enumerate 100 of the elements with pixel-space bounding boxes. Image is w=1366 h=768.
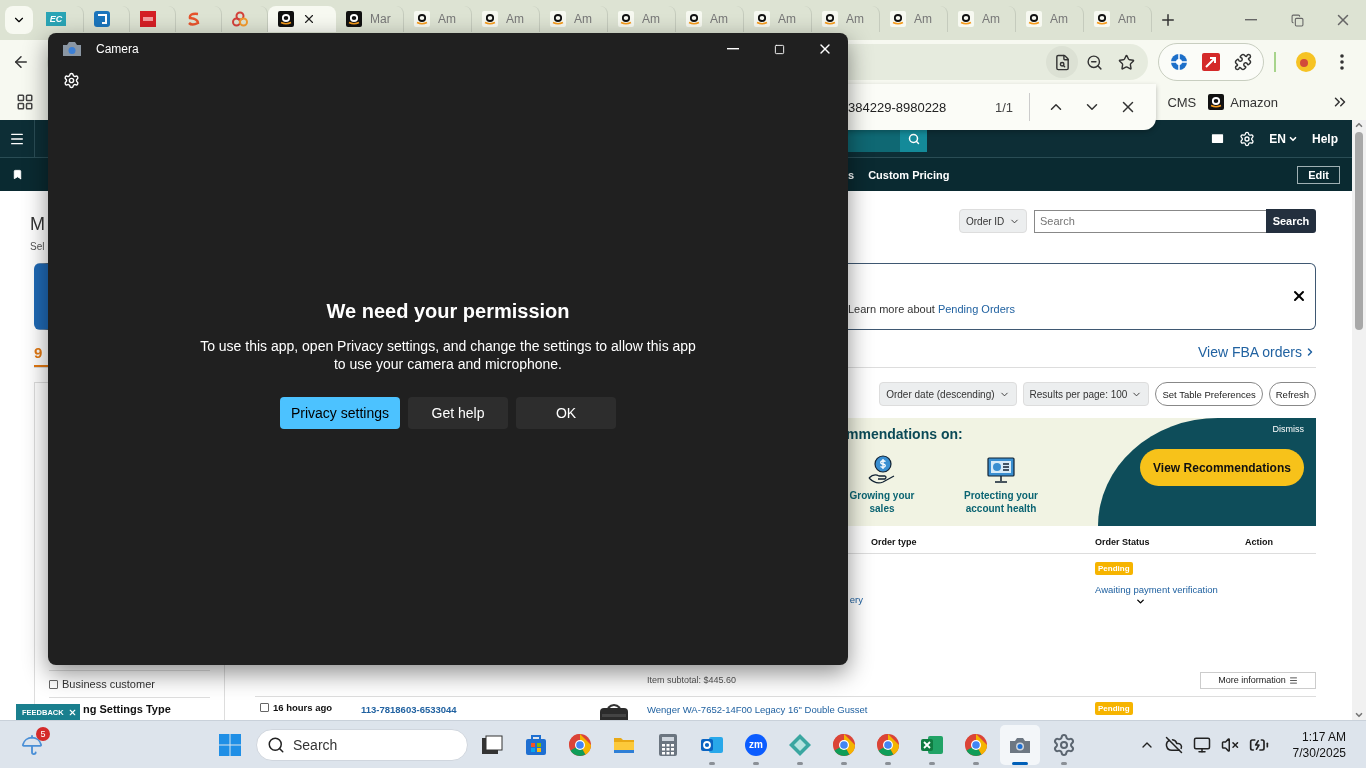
settings-icon[interactable] bbox=[1239, 130, 1256, 147]
search-type-select[interactable]: Order ID bbox=[959, 209, 1027, 233]
taskbar-app[interactable]: zm bbox=[736, 724, 776, 765]
amazon-icon bbox=[278, 11, 294, 27]
tab-title: Am bbox=[914, 12, 932, 26]
close-button[interactable] bbox=[1291, 288, 1307, 304]
browser-tab[interactable]: Am bbox=[608, 6, 676, 32]
sort-select[interactable]: Order date (descending) bbox=[879, 382, 1017, 406]
status-badge: Pending bbox=[1095, 702, 1133, 715]
dialog-button[interactable]: Privacy settings bbox=[280, 397, 400, 429]
amazon-icon bbox=[1208, 94, 1225, 110]
product-link[interactable]: Wenger WA-7652-14F00 Legacy 16" Double Gusset bbox=[647, 702, 868, 717]
search-button[interactable]: Search bbox=[1266, 209, 1316, 233]
mail-icon[interactable] bbox=[1210, 131, 1226, 146]
logo-icon: EC bbox=[46, 12, 66, 26]
amazon-icon bbox=[482, 11, 498, 27]
dismiss-link[interactable]: Dismiss bbox=[1272, 424, 1304, 434]
column-header: Action bbox=[1245, 536, 1274, 547]
view-recommendations-button[interactable]: View Recommendations bbox=[1140, 449, 1304, 486]
plus-icon bbox=[1159, 11, 1177, 29]
scrollbar[interactable] bbox=[1352, 120, 1366, 720]
logo-icon bbox=[140, 11, 156, 27]
scroll-thumb[interactable] bbox=[1355, 132, 1363, 330]
status-detail-link[interactable]: Awaiting payment verification bbox=[1095, 584, 1218, 595]
language-menu[interactable]: EN bbox=[1269, 131, 1298, 146]
amazon-icon bbox=[754, 11, 770, 27]
monitor-chart-icon bbox=[985, 454, 1017, 486]
find-field[interactable]: 384229-8980228 bbox=[848, 99, 947, 115]
tab-title: Am bbox=[438, 12, 456, 26]
muted-speaker-icon[interactable] bbox=[1220, 735, 1239, 754]
clock[interactable]: 1:17 AM 7/30/2025 bbox=[1292, 728, 1346, 761]
puzzle-icon[interactable] bbox=[1234, 53, 1252, 71]
banner-text: Learn more about Pending Orders bbox=[848, 303, 1015, 315]
browser-tab[interactable]: Am bbox=[948, 6, 1016, 32]
window-title: Camera bbox=[96, 42, 139, 56]
help-link[interactable]: Help bbox=[1312, 131, 1338, 146]
order-age: 16 hours ago bbox=[273, 702, 333, 713]
browser-tab[interactable]: Am bbox=[540, 6, 608, 32]
tab-title: Am bbox=[642, 12, 660, 26]
amazon-icon bbox=[1094, 11, 1110, 27]
dialog-button[interactable]: Get help bbox=[408, 397, 508, 429]
page-size-select[interactable]: Results per page: 100 bbox=[1022, 382, 1150, 406]
table-button[interactable]: Set Table Preferences bbox=[1155, 382, 1263, 406]
close-icon[interactable] bbox=[302, 12, 316, 26]
order-id-link[interactable]: 113-7818603-6533044 bbox=[361, 702, 457, 717]
restore-icon bbox=[1290, 13, 1304, 27]
apps-icon[interactable] bbox=[16, 93, 34, 111]
taskbar-app[interactable] bbox=[1000, 724, 1040, 765]
cloud-off-icon[interactable] bbox=[1164, 735, 1183, 754]
page-subtitle: Sel bbox=[30, 241, 45, 252]
bookmark[interactable]: Amazon bbox=[1202, 90, 1284, 114]
rings-icon bbox=[232, 11, 248, 27]
amazon-icon bbox=[822, 11, 838, 27]
edit-button[interactable]: Edit bbox=[1297, 165, 1340, 184]
task-view-icon bbox=[481, 733, 503, 756]
tab-title: Am bbox=[574, 12, 592, 26]
more-information-button[interactable]: More information bbox=[1200, 671, 1316, 689]
bookmark-icon[interactable] bbox=[12, 169, 23, 180]
browser-tab[interactable] bbox=[268, 6, 336, 32]
nav-link[interactable]: Custom Pricing bbox=[868, 168, 950, 181]
table-button[interactable]: Refresh bbox=[1268, 382, 1316, 406]
video-app-icon bbox=[744, 732, 768, 757]
time: 1:17 AM bbox=[1301, 728, 1346, 745]
amazon-icon bbox=[550, 11, 566, 27]
taskbar-search[interactable]: Search bbox=[256, 728, 468, 761]
amazon-icon bbox=[958, 11, 974, 27]
browser-tab[interactable]: Am bbox=[472, 6, 540, 32]
browser-tab[interactable]: Am bbox=[880, 6, 948, 32]
document-search-icon bbox=[1053, 53, 1071, 71]
filter-label: Business customer bbox=[62, 678, 155, 690]
checkbox[interactable] bbox=[260, 703, 269, 712]
delivery-link[interactable]: ery bbox=[849, 592, 863, 607]
page-search-button[interactable] bbox=[1046, 46, 1078, 78]
checkbox[interactable] bbox=[49, 679, 58, 689]
tab-title: Mar bbox=[370, 12, 391, 26]
extension-icon[interactable] bbox=[1202, 53, 1220, 71]
minimize-icon bbox=[1245, 19, 1257, 21]
pending-orders-link[interactable]: Pending Orders bbox=[937, 303, 1015, 315]
browser-tab[interactable]: Am bbox=[744, 6, 812, 32]
browser-tab[interactable]: Am bbox=[812, 6, 880, 32]
nav-link[interactable]: s bbox=[848, 168, 855, 181]
bookmark[interactable]: CMS bbox=[1161, 90, 1203, 114]
dialog-button[interactable]: OK bbox=[516, 397, 616, 429]
search-field[interactable]: Search bbox=[1034, 209, 1266, 233]
recommendation-label: Growing your sales bbox=[848, 489, 916, 515]
scroll-up-icon bbox=[1354, 120, 1364, 130]
browser-tab[interactable]: Am bbox=[676, 6, 744, 32]
extension-icon[interactable] bbox=[1170, 53, 1188, 71]
tab-title: Am bbox=[1050, 12, 1068, 26]
monitor-icon[interactable] bbox=[1192, 735, 1211, 754]
browser-tab[interactable]: Am bbox=[1016, 6, 1084, 32]
browser-tab[interactable]: Am bbox=[404, 6, 472, 32]
browser-tab[interactable]: Am bbox=[1084, 6, 1152, 32]
fba-orders-link[interactable]: View FBA orders bbox=[1198, 344, 1316, 367]
diamond-icon bbox=[788, 732, 812, 757]
filter-checkbox[interactable]: Business customer bbox=[49, 670, 210, 698]
search-placeholder: Search bbox=[293, 736, 338, 753]
zoom-out-icon bbox=[1085, 53, 1103, 71]
close-icon bbox=[1291, 288, 1307, 304]
column-header: Order type bbox=[871, 536, 918, 547]
